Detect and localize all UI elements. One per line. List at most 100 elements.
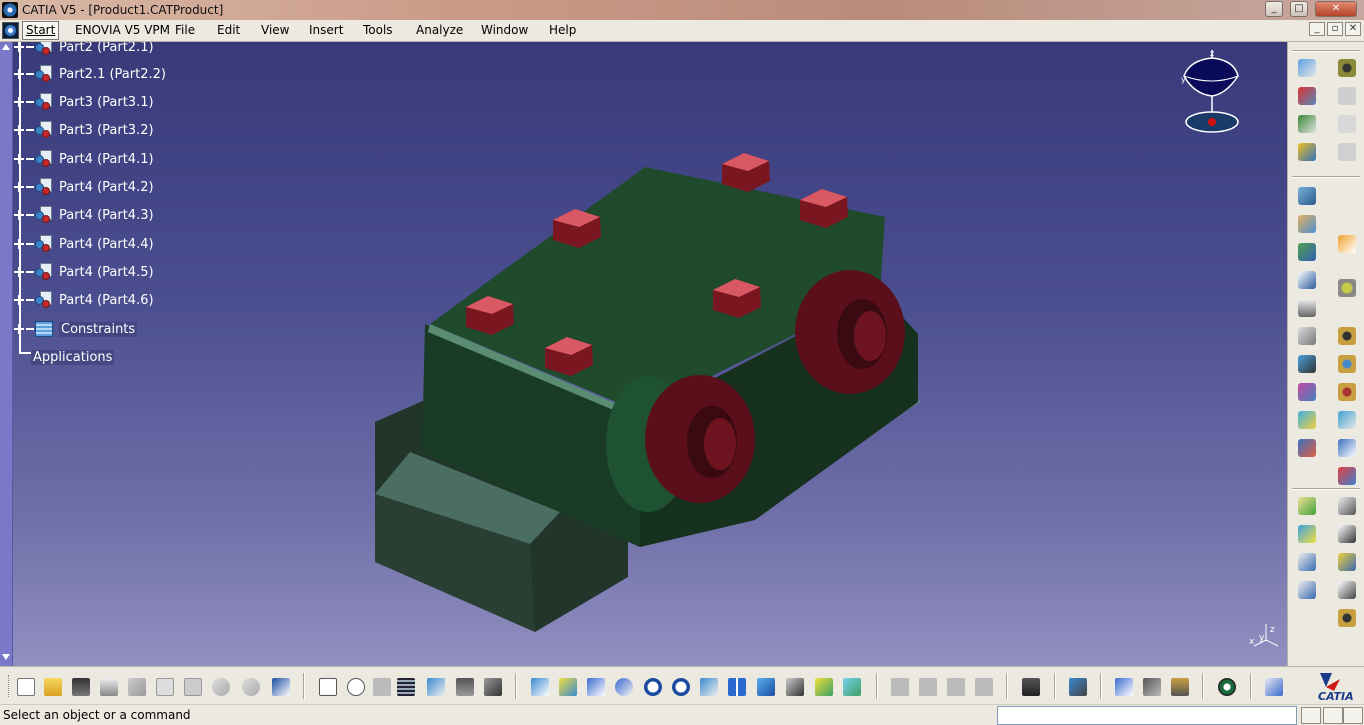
print-icon[interactable] [97,675,121,699]
multi-view-icon[interactable] [725,675,749,699]
weld-icon[interactable] [1294,550,1320,574]
catia-app-icon[interactable] [2,2,18,18]
enovia-icon[interactable] [1215,675,1239,699]
build-icon[interactable] [481,675,505,699]
fly-mode-icon[interactable] [528,675,552,699]
normal-view-icon[interactable] [697,675,721,699]
knowledge-advisor-icon[interactable] [344,675,368,699]
explode-icon[interactable] [1294,240,1320,264]
generate-numbering-icon[interactable] [1334,578,1360,602]
snap-icon[interactable] [1294,212,1320,236]
camera-icon[interactable] [1019,675,1043,699]
quick-select-icon[interactable] [888,675,912,699]
bolt-5[interactable] [722,153,770,192]
expand-icon[interactable] [14,295,24,305]
command-input[interactable] [997,706,1297,725]
new-file-icon[interactable] [14,675,38,699]
tree-item-part4-3[interactable]: Part4 (Part4.3) [14,204,154,226]
bom-icon[interactable] [1334,494,1360,518]
expand-icon[interactable] [14,182,24,192]
expand-icon[interactable] [14,324,24,334]
close-button[interactable]: ✕ [1315,1,1357,17]
fit-all-icon[interactable] [556,675,580,699]
annotation-icon[interactable] [1294,522,1320,546]
zoom-in-icon[interactable] [641,675,665,699]
menu-edit[interactable]: Edit [217,23,240,37]
cut-icon[interactable] [125,675,149,699]
status-options-button[interactable] [1343,707,1363,724]
update-icon[interactable] [1334,464,1360,488]
manipulate-icon[interactable] [1294,184,1320,208]
menu-help[interactable]: Help [549,23,576,37]
hide-show-icon[interactable] [812,675,836,699]
help-icon[interactable] [269,675,293,699]
tree-item-part4-4[interactable]: Part4 (Part4.4) [14,233,154,255]
tree-item-part3-1[interactable]: Part3 (Part3.1) [14,91,154,113]
zoom-out-icon[interactable] [669,675,693,699]
open-folder-icon[interactable] [41,675,65,699]
catalog-icon[interactable] [1334,84,1360,108]
distance-icon[interactable] [1334,352,1360,376]
save-icon[interactable] [69,675,93,699]
swap-visible-space-icon[interactable] [840,675,864,699]
tree-item-part4-1[interactable]: Part4 (Part4.1) [14,148,154,170]
command-history-button[interactable] [1323,707,1343,724]
expand-icon[interactable] [14,154,24,164]
tree-item-part4-5[interactable]: Part4 (Part4.5) [14,261,154,283]
redo-icon[interactable] [239,675,263,699]
expand-icon[interactable] [14,239,24,249]
lock-icon[interactable] [453,675,477,699]
tree-item-part2-2[interactable]: Part2.1 (Part2.2) [14,63,166,85]
gear-icon[interactable] [1334,56,1360,80]
tree-item-part3-2[interactable]: Part3 (Part3.2) [14,119,154,141]
scene-icon[interactable] [1294,494,1320,518]
tree-item-part4-6[interactable]: Part4 (Part4.6) [14,289,154,311]
menu-start[interactable]: Start [22,21,60,40]
expand-icon[interactable] [14,125,24,135]
publish-icon[interactable] [1334,408,1360,432]
select-arrow-icon[interactable] [1334,232,1360,256]
measure-inertia-icon[interactable] [1168,675,1192,699]
mdi-minimize-button[interactable]: _ [1309,22,1325,36]
menu-insert[interactable]: Insert [309,23,343,37]
angle-constraint-icon[interactable] [1294,380,1320,404]
multi-select-icon[interactable] [944,675,968,699]
measure-icon[interactable] [1334,380,1360,404]
undo-icon[interactable] [209,675,233,699]
tree-structure-icon[interactable] [424,675,448,699]
eraser-icon[interactable] [1262,675,1286,699]
group-icon[interactable] [972,675,996,699]
replace-component-icon[interactable] [1294,112,1320,136]
tree-item-applications[interactable]: Applications [31,346,115,368]
measure-item-icon[interactable] [1140,675,1164,699]
text-annotation-icon[interactable] [1334,522,1360,546]
mdi-restore-button[interactable]: ▫ [1327,22,1343,36]
measure-between-icon[interactable] [1112,675,1136,699]
sectioning-icon[interactable] [1334,324,1360,348]
menu-enovia[interactable]: ENOVIA V5 VPM [75,23,170,37]
formula-icon[interactable] [316,675,340,699]
view-icon[interactable] [1294,578,1320,602]
contact-constraint-icon[interactable] [1294,324,1320,348]
shading-icon[interactable] [783,675,807,699]
reuse-pattern-icon[interactable] [1334,436,1360,460]
tree-item-constraints[interactable]: Constraints [14,318,138,340]
copy-icon[interactable] [153,675,177,699]
menu-analyze[interactable]: Analyze [416,23,463,37]
offset-constraint-icon[interactable] [1294,352,1320,376]
clash-icon[interactable] [1334,276,1360,300]
tree-item-part2-1[interactable]: Part2 (Part2.1) [14,42,154,58]
design-table-icon[interactable] [394,675,418,699]
new-product-icon[interactable] [1294,140,1320,164]
document-icon[interactable] [2,22,19,39]
next-icon[interactable] [916,675,940,699]
insert-component-icon[interactable] [1294,84,1320,108]
minimize-button[interactable]: _ [1265,1,1283,17]
fix-together-icon[interactable] [1294,436,1320,460]
expand-icon[interactable] [14,42,24,52]
menu-tools[interactable]: Tools [363,23,393,37]
new-part-icon[interactable] [1334,140,1360,164]
3d-viewport[interactable]: Part2 (Part2.1) Part2.1 (Part2.2) Part3 … [0,42,1287,666]
command-dropdown-button[interactable] [1301,707,1321,724]
expand-icon[interactable] [14,267,24,277]
